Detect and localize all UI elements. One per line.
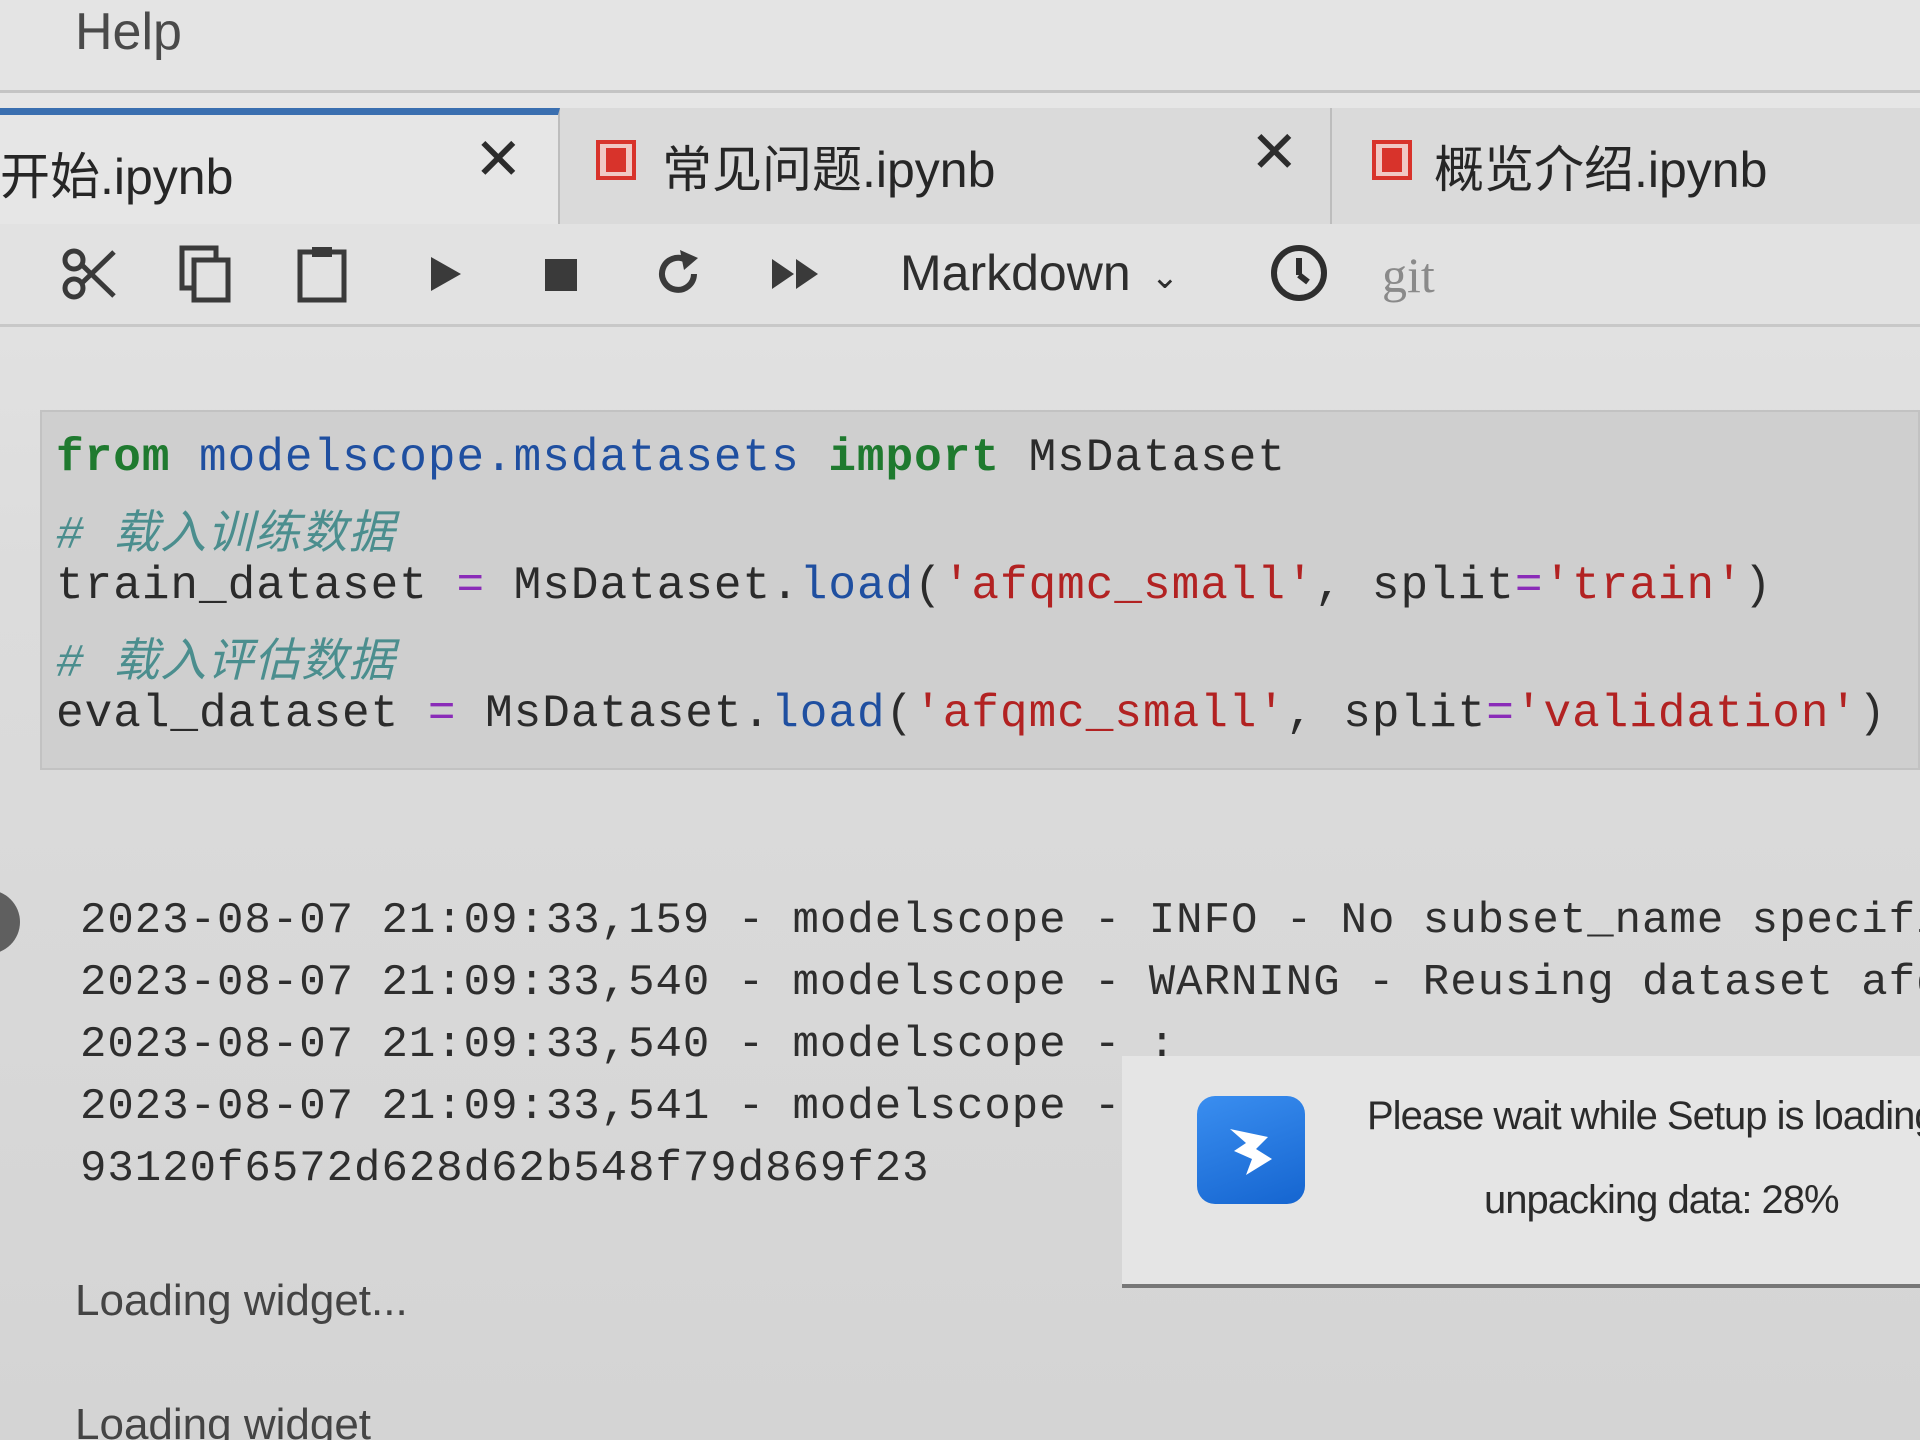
run-icon[interactable]	[412, 242, 476, 306]
setup-title: Please wait while Setup is loading	[1367, 1094, 1920, 1138]
setup-loading-dialog: Please wait while Setup is loading unpac…	[1122, 1056, 1920, 1288]
paren: (	[885, 688, 915, 740]
loading-widget-text: Loading widget	[75, 1400, 372, 1440]
keyword: import	[828, 432, 1000, 484]
jupyter-window: Help 开始.ipynb ✕ 常见问题.ipynb ✕ 概览介绍.ipynb	[0, 0, 1920, 1440]
operator: =	[1514, 560, 1544, 612]
code-line-import: from modelscope.msdatasets import MsData…	[56, 432, 1286, 484]
output-log-line: 2023-08-07 21:09:33,159 - modelscope - I…	[80, 896, 1920, 946]
copy-icon[interactable]	[174, 242, 238, 306]
operator: =	[456, 560, 486, 612]
string-literal: 'afqmc_small'	[942, 560, 1315, 612]
operator: =	[1486, 688, 1515, 740]
notebook-icon	[1372, 140, 1412, 180]
code-comment: # 载入训练数据	[56, 510, 396, 562]
class-name: MsDataset	[999, 432, 1287, 484]
code-comment: # 载入评估数据	[56, 638, 396, 690]
paren: (	[914, 560, 943, 612]
setup-progress-text: unpacking data: 28%	[1484, 1178, 1840, 1222]
tab-bar: 开始.ipynb ✕ 常见问题.ipynb ✕ 概览介绍.ipynb	[0, 108, 1920, 224]
output-log-line: 2023-08-07 21:09:33,541 - modelscope - :	[80, 1082, 1177, 1132]
chevron-down-icon: ⌄	[1150, 257, 1180, 296]
variable: train_dataset	[56, 560, 457, 612]
paste-icon[interactable]	[290, 242, 354, 306]
stop-icon[interactable]	[528, 242, 592, 306]
run-all-icon[interactable]	[764, 242, 828, 306]
loading-widget-text: Loading widget...	[75, 1276, 408, 1325]
function-name: load	[771, 688, 886, 740]
tab-overview-notebook[interactable]: 概览介绍.ipynb	[1332, 108, 1920, 224]
keyword: from	[56, 432, 171, 484]
module-name: modelscope.msdatasets	[170, 432, 829, 484]
code-line-eval: eval_dataset = MsDataset.load('afqmc_sma…	[56, 688, 1887, 740]
cell-type-dropdown[interactable]: Markdown ⌄	[900, 244, 1179, 302]
close-icon[interactable]: ✕	[1250, 124, 1299, 182]
argument: , split	[1314, 560, 1515, 612]
argument: , split	[1286, 688, 1487, 740]
setup-app-icon	[1197, 1096, 1305, 1204]
output-hash-line: 93120f6572d628d62b548f79d869f23	[80, 1144, 930, 1194]
output-log-line: 2023-08-07 21:09:33,540 - modelscope - W…	[80, 958, 1920, 1008]
tab-label: 概览介绍.ipynb	[1434, 142, 1768, 198]
tab-faq-notebook[interactable]: 常见问题.ipynb ✕	[560, 108, 1332, 224]
function-name: load	[799, 560, 915, 612]
notebook-toolbar: Markdown ⌄ git	[0, 224, 1920, 327]
restart-icon[interactable]	[646, 242, 710, 306]
cell-type-value: Markdown	[900, 245, 1131, 301]
git-button[interactable]: git	[1382, 246, 1435, 304]
menu-help[interactable]: Help	[75, 2, 182, 62]
code-line-train: train_dataset = MsDataset.load('afqmc_sm…	[56, 560, 1772, 612]
string-literal: 'afqmc_small'	[914, 688, 1287, 740]
object: MsDataset.	[456, 688, 772, 740]
paren: )	[1858, 688, 1887, 740]
output-prompt-indicator[interactable]	[0, 890, 20, 954]
tab-start-notebook[interactable]: 开始.ipynb ✕	[0, 108, 560, 224]
tab-label: 常见问题.ipynb	[662, 142, 996, 198]
close-icon[interactable]: ✕	[474, 131, 523, 189]
code-cell[interactable]: from modelscope.msdatasets import MsData…	[40, 410, 1920, 770]
string-literal: 'train'	[1543, 560, 1744, 612]
operator: =	[427, 688, 457, 740]
object: MsDataset.	[485, 560, 800, 612]
string-literal: 'validation'	[1514, 688, 1859, 740]
output-log-line: 2023-08-07 21:09:33,540 - modelscope - :	[80, 1020, 1177, 1070]
cut-icon[interactable]	[56, 242, 120, 306]
notebook-icon	[596, 140, 636, 180]
menu-bar: Help	[0, 0, 1920, 93]
clock-icon[interactable]	[1264, 238, 1334, 308]
paren: )	[1743, 560, 1773, 612]
tab-label: 开始.ipynb	[0, 149, 234, 205]
variable: eval_dataset	[56, 688, 428, 740]
